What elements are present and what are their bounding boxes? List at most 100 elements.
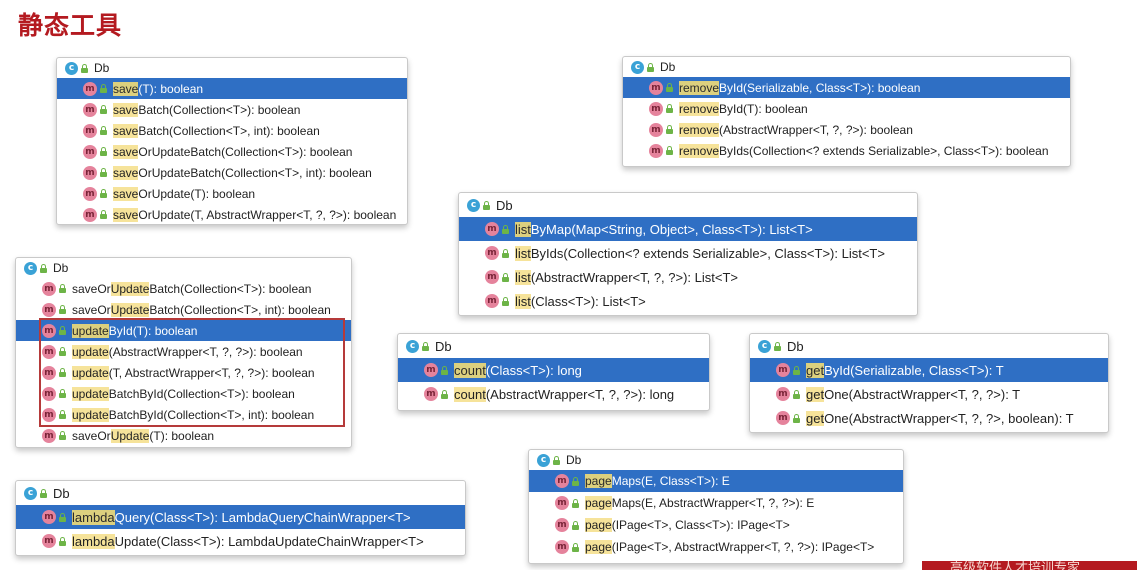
public-lock-icon bbox=[502, 272, 509, 282]
suggestion-item[interactable]: m remove (AbstractWrapper<T, ?, ?>): boole… bbox=[623, 119, 1070, 140]
suggestion-item[interactable]: m list (AbstractWrapper<T, ?, ?>): List<T> bbox=[459, 265, 917, 289]
public-lock-icon bbox=[553, 455, 560, 465]
suggestion-item[interactable]: m saveOrUpdate(T): boolean bbox=[57, 183, 407, 204]
suggestion-item[interactable]: m saveOrUpdateBatch(Collection<T>): boole… bbox=[57, 141, 407, 162]
method-signature: Batch(Collection<T>, int): boolean bbox=[149, 302, 331, 317]
suggestion-item[interactable]: m remove ById(T): boolean bbox=[623, 98, 1070, 119]
suggestion-item[interactable]: m save OrUpdate(T, AbstractWrapper<T, ?, ?… bbox=[57, 204, 407, 224]
method-icon: m bbox=[555, 474, 569, 488]
method-signature: One(AbstractWrapper<T, ?, ?>, boolean): … bbox=[824, 410, 1074, 426]
popup-header: c Db bbox=[16, 481, 465, 505]
suggestion-item[interactable]: m page (IPage<T>, AbstractWrapper<T, ?, ?>… bbox=[529, 536, 903, 558]
method-icon: m bbox=[649, 143, 663, 158]
method-signature: Query(Class<T>): LambdaQueryChainWrapper… bbox=[114, 509, 411, 525]
public-lock-icon bbox=[572, 520, 579, 530]
suggestion-item[interactable]: m list ByMap(Map<String, Object>, Class<T>… bbox=[459, 217, 917, 241]
match-highlight: lambda bbox=[72, 509, 115, 525]
public-lock-icon bbox=[441, 389, 448, 399]
method-icon: m bbox=[424, 363, 438, 377]
method-icon: m bbox=[485, 222, 499, 236]
method-icon: m bbox=[83, 144, 97, 159]
suggestion-item[interactable]: m saveOrUpdateBatch(Collection<T>, int): … bbox=[16, 299, 351, 320]
method-prefix: saveOr bbox=[72, 281, 111, 296]
method-signature: Batch(Collection<T>): boolean bbox=[149, 281, 312, 296]
suggestion-item[interactable]: m saveOrUpdateBatch(Collection<T>, int): … bbox=[57, 162, 407, 183]
match-highlight: save bbox=[113, 123, 139, 138]
suggestion-item[interactable]: m saveOrUpdate(T): boolean bbox=[16, 425, 351, 446]
suggestion-item[interactable]: m page Maps(E, AbstractWrapper<T, ?, ?>): … bbox=[529, 492, 903, 514]
suggestion-item[interactable]: m lambda Update(Class<T>): LambdaUpdateCha… bbox=[16, 529, 465, 553]
method-icon: m bbox=[83, 207, 97, 222]
suggestion-item[interactable]: m remove ByIds(Collection<? extends Serial… bbox=[623, 140, 1070, 161]
public-lock-icon bbox=[666, 146, 673, 155]
match-highlight: count bbox=[454, 362, 486, 378]
method-icon: m bbox=[42, 428, 56, 443]
public-lock-icon bbox=[100, 147, 107, 156]
match-highlight: save bbox=[113, 165, 139, 180]
public-lock-icon bbox=[59, 512, 66, 522]
page-title: 静态工具 bbox=[18, 11, 123, 40]
suggestion-item[interactable]: m page (IPage<T>, Class<T>): IPage<T> bbox=[529, 514, 903, 536]
public-lock-icon bbox=[59, 305, 66, 314]
popup-header-class: Db bbox=[496, 197, 513, 213]
match-highlight: page bbox=[585, 474, 612, 488]
method-signature: (IPage<T>, Class<T>): IPage<T> bbox=[611, 518, 790, 532]
public-lock-icon bbox=[81, 63, 88, 73]
public-lock-icon bbox=[100, 210, 107, 219]
method-icon: m bbox=[776, 363, 790, 377]
suggestion-item[interactable]: m get One(AbstractWrapper<T, ?, ?>): T bbox=[750, 382, 1108, 406]
suggestion-item[interactable]: m save (T): boolean bbox=[57, 78, 407, 99]
class-icon: c bbox=[65, 61, 78, 75]
completion-popup-list: c Db m list ByMap(Map<String, Object>, Cla… bbox=[458, 192, 918, 316]
method-icon: m bbox=[83, 102, 97, 117]
suggestion-item[interactable]: m get One(AbstractWrapper<T, ?, ?>, boolea… bbox=[750, 406, 1108, 430]
public-lock-icon bbox=[100, 189, 107, 198]
suggestion-item[interactable]: m count (Class<T>): long bbox=[398, 358, 709, 382]
method-signature: (AbstractWrapper<T, ?, ?>): long bbox=[485, 386, 675, 402]
suggestion-item[interactable]: m list ByIds(Collection<? extends Serializ… bbox=[459, 241, 917, 265]
match-highlight: get bbox=[806, 386, 825, 402]
method-signature: OrUpdate(T, AbstractWrapper<T, ?, ?>): b… bbox=[138, 207, 397, 222]
public-lock-icon bbox=[666, 125, 673, 134]
match-highlight: page bbox=[585, 496, 612, 510]
popup-header-class: Db bbox=[94, 61, 110, 75]
method-icon: m bbox=[649, 122, 663, 137]
class-icon: c bbox=[631, 60, 644, 74]
suggestion-item[interactable]: m save Batch(Collection<T>): boolean bbox=[57, 99, 407, 120]
class-icon: c bbox=[467, 198, 480, 212]
method-signature: OrUpdateBatch(Collection<T>, int): boole… bbox=[138, 165, 372, 180]
suggestion-item[interactable]: m saveOrUpdateBatch(Collection<T>): boole… bbox=[16, 278, 351, 299]
method-signature: ById(Serializable, Class<T>): boolean bbox=[719, 80, 921, 95]
suggestion-item[interactable]: m remove ById(Serializable, Class<T>): boo… bbox=[623, 77, 1070, 98]
method-signature: (Class<T>): List<T> bbox=[530, 293, 646, 309]
match-highlight: count bbox=[454, 386, 486, 402]
public-lock-icon bbox=[40, 263, 47, 273]
popup-header-class: Db bbox=[435, 338, 452, 354]
public-lock-icon bbox=[774, 341, 781, 351]
method-signature: OrUpdate(T): boolean bbox=[138, 186, 256, 201]
public-lock-icon bbox=[572, 476, 579, 486]
suggestion-item[interactable]: m list (Class<T>): List<T> bbox=[459, 289, 917, 313]
class-icon: c bbox=[537, 453, 550, 467]
public-lock-icon bbox=[441, 365, 448, 375]
match-highlight: list bbox=[515, 269, 531, 285]
method-icon: m bbox=[42, 534, 56, 548]
method-signature: Update(Class<T>): LambdaUpdateChainWrapp… bbox=[114, 533, 424, 549]
suggestion-item[interactable]: m count (AbstractWrapper<T, ?, ?>): long bbox=[398, 382, 709, 406]
match-highlight: save bbox=[113, 144, 139, 159]
suggestion-item[interactable]: m get ById(Serializable, Class<T>): T bbox=[750, 358, 1108, 382]
suggestion-item[interactable]: m page Maps(E, Class<T>): E bbox=[529, 470, 903, 492]
emphasis-box bbox=[39, 318, 345, 427]
method-signature: Batch(Collection<T>): boolean bbox=[138, 102, 301, 117]
match-highlight: list bbox=[515, 293, 531, 309]
public-lock-icon bbox=[483, 200, 490, 210]
method-signature: (T): boolean bbox=[149, 428, 215, 443]
suggestion-item[interactable]: m lambda Query(Class<T>): LambdaQueryChain… bbox=[16, 505, 465, 529]
method-icon: m bbox=[485, 294, 499, 308]
method-prefix: saveOr bbox=[72, 428, 111, 443]
match-highlight: list bbox=[515, 245, 531, 261]
method-icon: m bbox=[555, 518, 569, 532]
class-icon: c bbox=[406, 339, 419, 353]
public-lock-icon bbox=[666, 83, 673, 92]
suggestion-item[interactable]: m save Batch(Collection<T>, int): boolean bbox=[57, 120, 407, 141]
